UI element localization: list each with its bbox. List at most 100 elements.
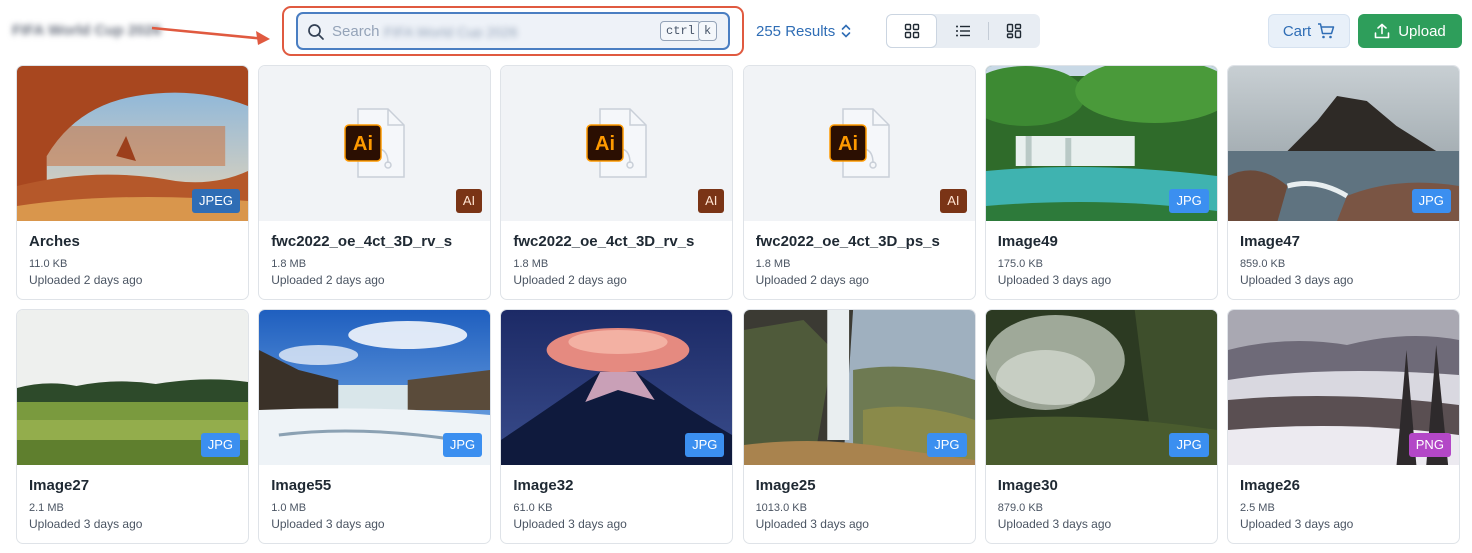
file-type-badge: JPEG (192, 189, 240, 213)
asset-card[interactable]: JPEG Arches 11.0 KB Uploaded 2 days ago (16, 65, 249, 300)
illustrator-file-icon: Ai (344, 108, 405, 178)
results-sort-toggle[interactable]: 255 Results (756, 20, 851, 42)
shortcut-key-ctrl: ctrl (660, 21, 701, 41)
list-view-button[interactable] (937, 14, 988, 48)
asset-thumbnail: JPG (985, 310, 1217, 465)
cart-label: Cart (1282, 22, 1312, 40)
search-query-blurred: FIFA World Cup 2026 (384, 24, 518, 38)
asset-name: Image25 (755, 477, 816, 494)
shortcut-key-k: k (698, 21, 718, 41)
file-type-badge: JPG (685, 433, 725, 457)
file-type-badge: AI (698, 189, 725, 213)
asset-size: 879.0 KB (997, 502, 1044, 514)
masonry-grid-icon (1006, 23, 1021, 39)
asset-card[interactable]: Ai AI fwc2022_oe_4ct_3D_ps_s 1.8 MB Uplo… (742, 65, 976, 300)
asset-size: 1.0 MB (271, 502, 307, 514)
asset-upload-date: Uploaded 3 days ago (1239, 517, 1354, 531)
asset-name: Image27 (29, 477, 90, 494)
asset-thumbnail: Ai AI (501, 66, 733, 221)
asset-card[interactable]: Ai AI fwc2022_oe_4ct_3D_rv_s 1.8 MB Uplo… (258, 65, 492, 300)
annotation-arrow (151, 26, 270, 45)
upload-label: Upload (1398, 22, 1446, 40)
toolbar: FIFA World Cup 2026 FIFA World Cup 2026 … (0, 0, 1472, 62)
asset-size: 1.8 MB (271, 258, 307, 270)
asset-thumbnail: JPG (17, 310, 248, 465)
list-icon (955, 25, 970, 37)
asset-size: 859.0 KB (1239, 258, 1286, 270)
asset-card[interactable]: JPG Image27 2.1 MB Uploaded 3 days ago (16, 309, 249, 544)
results-count: 255 Results (756, 22, 836, 40)
asset-upload-date: Uploaded 3 days ago (513, 517, 627, 531)
asset-card[interactable]: JPG Image25 1013.0 KB Uploaded 3 days ag… (742, 309, 976, 544)
asset-upload-date: Uploaded 2 days ago (271, 273, 385, 287)
asset-card[interactable]: JPG Image49 175.0 KB Uploaded 3 days ago (984, 65, 1218, 300)
file-type-badge: JPG (1411, 189, 1451, 213)
view-toggle-divider (988, 22, 989, 40)
asset-size: 61.0 KB (513, 502, 553, 514)
grid-view-button[interactable] (886, 14, 937, 48)
asset-size: 1013.0 KB (755, 502, 807, 514)
asset-upload-date: Uploaded 2 days ago (513, 273, 627, 287)
asset-size: 11.0 KB (29, 258, 68, 270)
asset-card[interactable]: JPG Image30 879.0 KB Uploaded 3 days ago (984, 309, 1218, 544)
asset-size: 2.5 MB (1239, 502, 1275, 514)
file-type-badge: PNG (1408, 433, 1451, 457)
file-type-badge: JPG (1169, 189, 1209, 213)
search-bar[interactable]: FIFA World Cup 2026 ctrl k (296, 12, 730, 50)
asset-thumbnail: JPG (743, 310, 975, 465)
grid-icon (904, 23, 919, 39)
sort-chevrons-icon (841, 24, 851, 38)
upload-icon (1374, 23, 1390, 39)
asset-thumbnail: JPEG (17, 66, 248, 221)
asset-size: 1.8 MB (755, 258, 791, 270)
file-type-badge: AI (455, 189, 483, 213)
asset-size: 2.1 MB (29, 502, 64, 514)
asset-thumbnail: JPG (1227, 66, 1459, 221)
asset-upload-date: Uploaded 3 days ago (271, 517, 385, 531)
cart-button[interactable]: Cart (1268, 14, 1350, 48)
file-type-badge: JPG (1169, 433, 1209, 457)
asset-upload-date: Uploaded 3 days ago (1239, 273, 1354, 287)
asset-upload-date: Uploaded 2 days ago (755, 273, 869, 287)
asset-name: fwc2022_oe_4ct_3D_rv_s (271, 233, 453, 250)
asset-card[interactable]: JPG Image32 61.0 KB Uploaded 3 days ago (500, 309, 734, 544)
asset-grid: JPEG Arches 11.0 KB Uploaded 2 days ago … (16, 65, 1460, 544)
asset-card[interactable]: Ai AI fwc2022_oe_4ct_3D_rv_s 1.8 MB Uplo… (500, 65, 734, 300)
asset-name: Image30 (997, 477, 1058, 494)
file-type-badge: JPG (927, 433, 967, 457)
asset-name: Image26 (1239, 477, 1300, 494)
asset-size: 175.0 KB (997, 258, 1044, 270)
asset-upload-date: Uploaded 3 days ago (997, 517, 1112, 531)
gallery-view-button[interactable] (988, 14, 1039, 48)
asset-thumbnail: Ai AI (743, 66, 975, 221)
svg-text:Ai: Ai (838, 133, 858, 155)
asset-upload-date: Uploaded 3 days ago (29, 517, 143, 531)
search-icon (308, 24, 324, 40)
asset-name: Arches (29, 233, 80, 250)
file-type-badge: AI (940, 189, 967, 213)
asset-thumbnail: Ai AI (259, 66, 491, 221)
asset-thumbnail: JPG (259, 310, 491, 465)
view-mode-toggle (886, 14, 1040, 48)
asset-card[interactable]: JPG Image55 1.0 MB Uploaded 3 days ago (258, 309, 492, 544)
asset-thumbnail: JPG (501, 310, 733, 465)
asset-card[interactable]: JPG Image47 859.0 KB Uploaded 3 days ago (1226, 65, 1460, 300)
illustrator-file-icon: Ai (586, 108, 648, 178)
asset-thumbnail: JPG (985, 66, 1217, 221)
asset-name: Image55 (271, 477, 332, 494)
asset-upload-date: Uploaded 3 days ago (755, 517, 869, 531)
asset-name: Image47 (1239, 233, 1300, 250)
asset-size: 1.8 MB (513, 258, 549, 270)
asset-thumbnail: PNG (1227, 310, 1459, 465)
asset-name: fwc2022_oe_4ct_3D_ps_s (755, 233, 940, 250)
asset-name: fwc2022_oe_4ct_3D_rv_s (513, 233, 695, 250)
file-type-badge: JPG (200, 433, 240, 457)
shopping-cart-icon (1318, 23, 1335, 39)
asset-name: Image32 (513, 477, 574, 494)
upload-button[interactable]: Upload (1358, 14, 1462, 48)
asset-upload-date: Uploaded 2 days ago (29, 273, 143, 287)
asset-name: Image49 (997, 233, 1058, 250)
asset-upload-date: Uploaded 3 days ago (997, 273, 1112, 287)
asset-card[interactable]: PNG Image26 2.5 MB Uploaded 3 days ago (1226, 309, 1460, 544)
file-type-badge: JPG (442, 433, 483, 457)
